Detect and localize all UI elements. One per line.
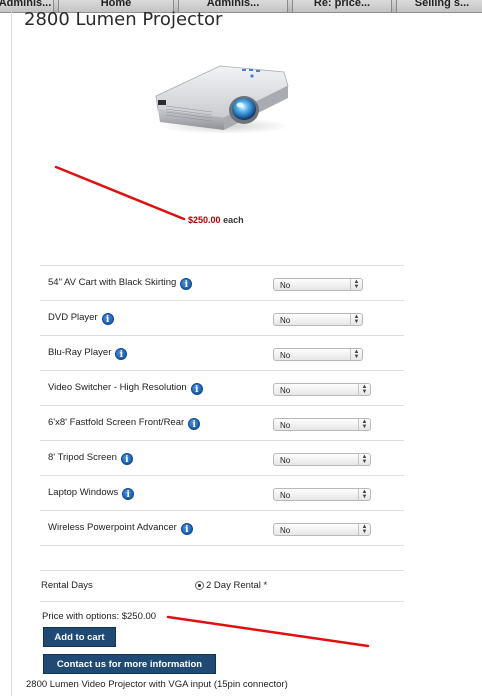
info-icon[interactable]: i (115, 348, 128, 360)
product-title: 2800 Lumen Projector (24, 9, 223, 30)
option-label: 8' Tripod Screen (48, 452, 117, 463)
select-arrows-icon: ▲ ▼ (350, 349, 362, 361)
rental-days-label: Rental Days (41, 580, 93, 591)
contact-us-button[interactable]: Contact us for more information (43, 654, 216, 674)
option-row-powerpoint-advancer: Wireless Powerpoint Advancer i No ▲ ▼ (40, 510, 404, 546)
info-icon[interactable]: i (122, 488, 135, 500)
select-arrows-icon: ▲ ▼ (350, 279, 362, 291)
select-value: No (280, 386, 291, 395)
option-label: Laptop Windows (48, 487, 119, 498)
rental-radio-button[interactable] (195, 581, 204, 590)
select-value: No (280, 456, 291, 465)
annotation-line-price (54, 165, 186, 221)
option-label: Blu-Ray Player (48, 347, 112, 358)
option-row-av-cart: 54" AV Cart with Black Skirting i No ▲ ▼ (40, 265, 404, 300)
option-row-fastfold-screen: 6'x8' Fastfold Screen Front/Rear i No ▲ ▼ (40, 405, 404, 440)
add-to-cart-button[interactable]: Add to cart (43, 627, 116, 647)
select-value: No (280, 281, 291, 290)
option-select-av-cart[interactable]: No ▲ ▼ (273, 278, 363, 291)
browser-tab-re-price[interactable]: Re: price... (292, 0, 392, 12)
projector-product-image (155, 65, 290, 134)
option-label: Video Switcher - High Resolution (48, 382, 187, 393)
product-options-table: 54" AV Cart with Black Skirting i No ▲ ▼ DV… (40, 265, 404, 546)
select-value: No (280, 351, 291, 360)
option-select-tripod-screen[interactable]: No ▲ ▼ (273, 453, 371, 466)
option-row-laptop-windows: Laptop Windows i No ▲ ▼ (40, 475, 404, 510)
option-label: DVD Player (48, 312, 98, 323)
option-label: 54" AV Cart with Black Skirting (48, 277, 177, 288)
select-arrows-icon: ▲ ▼ (358, 419, 370, 431)
page-left-divider (11, 12, 12, 696)
info-icon[interactable]: i (180, 278, 193, 290)
option-select-fastfold-screen[interactable]: No ▲ ▼ (273, 418, 371, 431)
option-select-video-switcher[interactable]: No ▲ ▼ (273, 383, 371, 396)
info-icon[interactable]: i (101, 313, 114, 325)
select-arrows-icon: ▲ ▼ (358, 524, 370, 536)
info-icon[interactable]: i (180, 523, 193, 535)
select-arrows-icon: ▲ ▼ (358, 454, 370, 466)
info-icon[interactable]: i (190, 383, 203, 395)
option-select-laptop-windows[interactable]: No ▲ ▼ (273, 488, 371, 501)
select-arrows-icon: ▲ ▼ (358, 384, 370, 396)
select-value: No (280, 421, 291, 430)
option-label: Wireless Powerpoint Advancer (48, 522, 177, 533)
option-row-dvd: DVD Player i No ▲ ▼ (40, 300, 404, 335)
product-description: 2800 Lumen Video Projector with VGA inpu… (26, 679, 288, 690)
rental-days-row: Rental Days 2 Day Rental * (40, 570, 404, 602)
info-icon[interactable]: i (188, 418, 201, 430)
price-with-options: Price with options: $250.00 (42, 611, 157, 622)
option-row-tripod-screen: 8' Tripod Screen i No ▲ ▼ (40, 440, 404, 475)
select-arrows-icon: ▲ ▼ (350, 314, 362, 326)
option-row-bluray: Blu-Ray Player i No ▲ ▼ (40, 335, 404, 370)
option-select-bluray[interactable]: No ▲ ▼ (273, 348, 363, 361)
option-row-video-switcher: Video Switcher - High Resolution i No ▲ ▼ (40, 370, 404, 405)
option-select-dvd[interactable]: No ▲ ▼ (273, 313, 363, 326)
select-value: No (280, 316, 291, 325)
select-value: No (280, 491, 291, 500)
unit-price: $250.00 each (188, 215, 244, 225)
browser-tab-selling[interactable]: Selling s... (396, 0, 482, 12)
option-label: 6'x8' Fastfold Screen Front/Rear (48, 417, 185, 428)
annotation-line-price-options (166, 615, 370, 648)
unit-price-amount: $250.00 (188, 215, 221, 225)
unit-price-label: each (223, 215, 244, 225)
select-value: No (280, 526, 291, 535)
option-select-powerpoint-advancer[interactable]: No ▲ ▼ (273, 523, 371, 536)
info-icon[interactable]: i (120, 453, 133, 465)
rental-option-label: 2 Day Rental * (206, 580, 268, 591)
select-arrows-icon: ▲ ▼ (358, 489, 370, 501)
